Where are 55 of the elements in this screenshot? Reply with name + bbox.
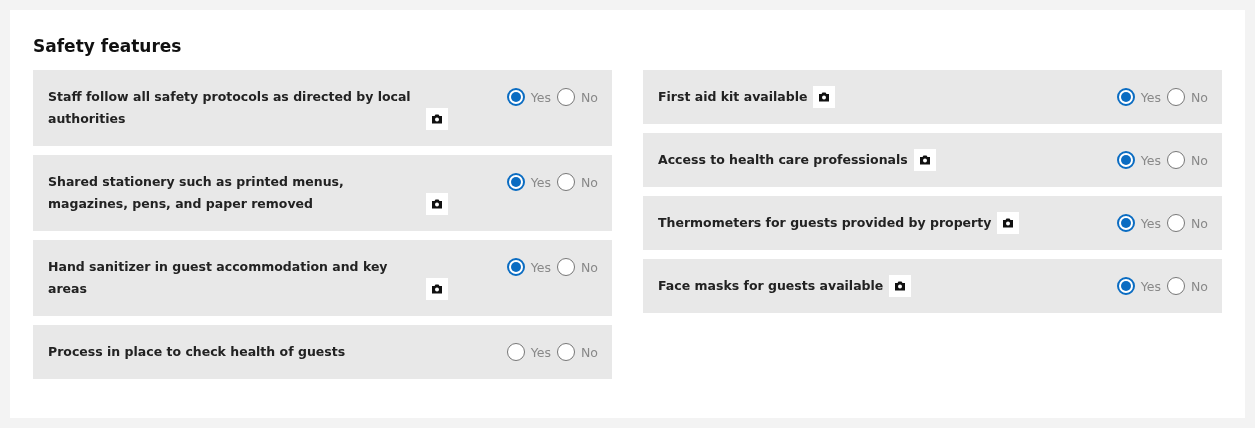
option-label: No	[581, 174, 598, 190]
question-label: Face masks for guests available	[658, 277, 884, 295]
radio-button[interactable]	[1167, 151, 1185, 169]
question-label: Thermometers for guests provided by property	[658, 214, 992, 232]
radio-button[interactable]	[506, 258, 525, 276]
camera-icon	[894, 281, 907, 291]
question-label: Access to health care professionals	[658, 151, 908, 169]
photo-button[interactable]	[426, 278, 448, 300]
photo-button[interactable]	[997, 212, 1020, 234]
radio-button[interactable]	[557, 173, 575, 191]
option-label: No	[581, 259, 598, 275]
photo-button[interactable]	[889, 275, 912, 297]
radio-button[interactable]	[1167, 214, 1185, 232]
option-label: Yes	[1140, 89, 1161, 105]
option-label: Yes	[1140, 152, 1161, 168]
radio-button[interactable]	[1167, 277, 1185, 295]
camera-icon	[431, 284, 443, 294]
question-label: First aid kit available	[658, 88, 808, 106]
section-title: Safety features	[33, 36, 183, 56]
radio-button[interactable]	[557, 88, 575, 106]
radio-button[interactable]	[1167, 88, 1185, 106]
radio-button[interactable]	[557, 258, 575, 276]
option-label: No	[1191, 278, 1208, 294]
photo-button[interactable]	[426, 108, 448, 130]
radio-button[interactable]	[557, 343, 575, 361]
radio-button[interactable]	[1116, 214, 1135, 232]
option-label: Yes	[530, 259, 551, 275]
question-label: Hand sanitizer in guest accommodation and key areas	[48, 258, 389, 298]
question-label: Process in place to check health of guests	[48, 343, 346, 361]
option-label: Yes	[530, 344, 551, 360]
option-label: No	[1191, 89, 1208, 105]
camera-icon	[818, 92, 831, 102]
question-label: Staff follow all safety protocols as directed by local authorities	[48, 88, 412, 128]
camera-icon	[1002, 218, 1015, 228]
photo-button[interactable]	[913, 149, 936, 171]
option-label: No	[1191, 215, 1208, 231]
option-label: Yes	[1140, 278, 1161, 294]
photo-button[interactable]	[426, 193, 448, 215]
option-label: Yes	[1140, 215, 1161, 231]
radio-button[interactable]	[506, 173, 525, 191]
option-label: No	[581, 344, 598, 360]
camera-icon	[918, 155, 931, 165]
option-label: No	[1191, 152, 1208, 168]
photo-button[interactable]	[813, 86, 836, 108]
option-label: Yes	[530, 89, 551, 105]
radio-button[interactable]	[1116, 151, 1135, 169]
camera-icon	[431, 199, 443, 209]
radio-button[interactable]	[1116, 277, 1135, 295]
option-label: No	[581, 89, 598, 105]
radio-button[interactable]	[506, 88, 525, 106]
option-label: Yes	[530, 174, 551, 190]
radio-button[interactable]	[1116, 88, 1135, 106]
radio-button[interactable]	[506, 343, 525, 361]
question-label: Shared stationery such as printed menus, magazines, pens, and paper removed	[48, 173, 345, 213]
camera-icon	[431, 114, 443, 124]
